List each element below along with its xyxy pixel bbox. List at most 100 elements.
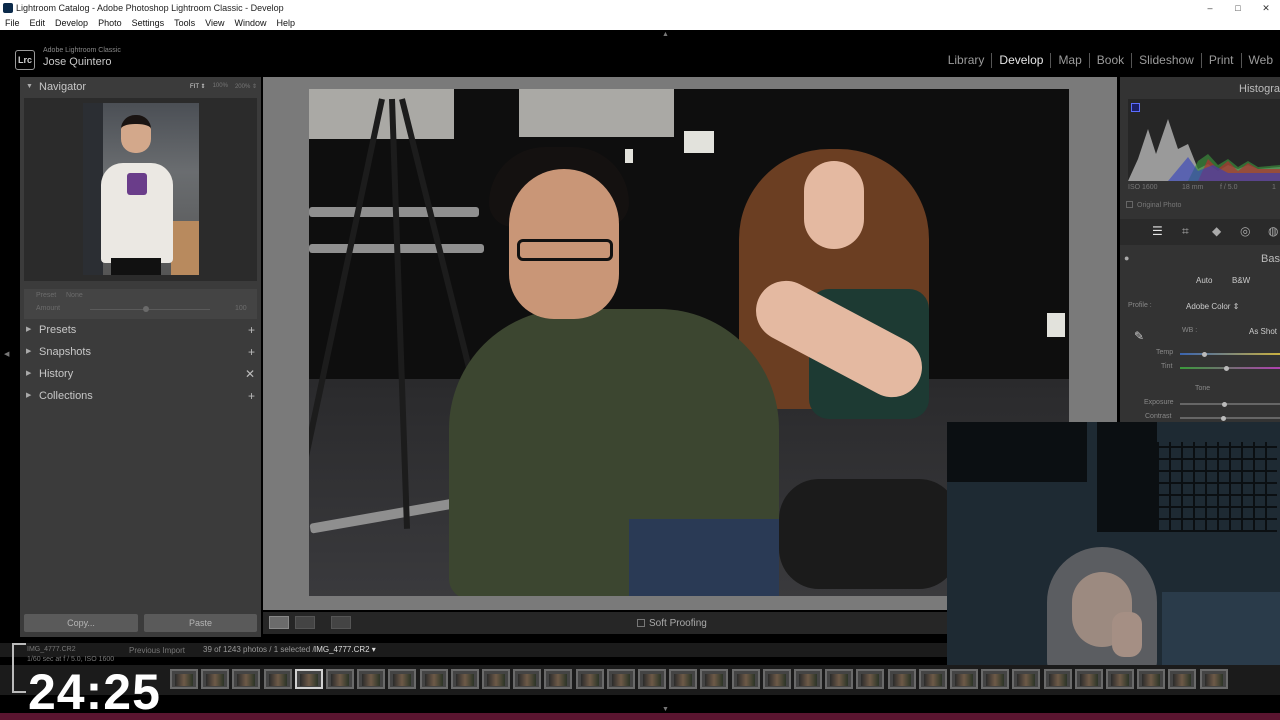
module-library[interactable]: Library xyxy=(941,53,993,68)
contrast-slider-knob[interactable] xyxy=(1221,416,1226,421)
exposure-slider-knob[interactable] xyxy=(1222,402,1227,407)
white-balance-picker-icon[interactable]: ✎ xyxy=(1134,329,1144,343)
edit-sliders-icon[interactable]: ☰ xyxy=(1152,224,1163,238)
auto-button[interactable]: Auto xyxy=(1196,276,1212,285)
filmstrip-thumbnail[interactable] xyxy=(482,669,510,689)
masking-icon[interactable]: ◍ xyxy=(1268,224,1278,238)
shadow-clipping-icon[interactable] xyxy=(1131,103,1140,112)
history-header[interactable]: ▶ History ✕ xyxy=(20,364,261,384)
menu-help[interactable]: Help xyxy=(272,16,301,30)
filmstrip-thumbnail[interactable] xyxy=(1106,669,1134,689)
zoom-100[interactable]: 100% xyxy=(213,83,228,90)
zoom-200[interactable]: 200% ⇕ xyxy=(235,83,257,90)
profile-select[interactable]: Adobe Color ⇕ xyxy=(1186,302,1239,311)
tint-slider-knob[interactable] xyxy=(1224,366,1229,371)
filmstrip-thumbnail[interactable] xyxy=(950,669,978,689)
filmstrip-thumbnail[interactable] xyxy=(919,669,947,689)
filmstrip-thumbnail[interactable] xyxy=(451,669,479,689)
filmstrip-thumbnail[interactable] xyxy=(763,669,791,689)
navigator-thumbnail[interactable] xyxy=(83,103,199,275)
filmstrip-thumbnail[interactable] xyxy=(1168,669,1196,689)
module-develop[interactable]: Develop xyxy=(992,53,1052,68)
filmstrip-thumbnail[interactable] xyxy=(201,669,229,689)
histogram[interactable] xyxy=(1128,99,1280,181)
presets-header[interactable]: ▶ Presets + xyxy=(20,320,261,340)
filmstrip-thumbnail[interactable] xyxy=(607,669,635,689)
filmstrip-thumbnail[interactable] xyxy=(264,669,292,689)
menu-develop[interactable]: Develop xyxy=(50,16,93,30)
menu-view[interactable]: View xyxy=(200,16,229,30)
filmstrip-thumbnail[interactable] xyxy=(825,669,853,689)
amount-slider-knob[interactable] xyxy=(143,306,149,312)
maximize-button[interactable]: □ xyxy=(1224,0,1252,16)
current-filename[interactable]: IMG_4777.CR2 ▾ xyxy=(314,645,376,654)
healing-icon[interactable]: ◆ xyxy=(1212,224,1221,238)
temp-slider-knob[interactable] xyxy=(1202,352,1207,357)
menu-window[interactable]: Window xyxy=(230,16,272,30)
amount-slider[interactable] xyxy=(90,309,210,310)
paste-button[interactable]: Paste xyxy=(144,614,257,632)
copy-button[interactable]: Copy... xyxy=(24,614,138,632)
preset-value[interactable]: None xyxy=(66,292,83,299)
original-photo-toggle[interactable]: Original Photo xyxy=(1126,201,1181,209)
filmstrip-thumbnail[interactable] xyxy=(170,669,198,689)
filmstrip-thumbnail[interactable] xyxy=(576,669,604,689)
filmstrip-thumbnail[interactable] xyxy=(232,669,260,689)
collapse-left-panel-icon[interactable]: ◀ xyxy=(4,350,9,358)
filmstrip-thumbnail[interactable] xyxy=(981,669,1009,689)
clear-history-icon[interactable]: ✕ xyxy=(245,364,255,384)
source-previous-import[interactable]: Previous Import xyxy=(129,646,185,655)
filmstrip-thumbnail[interactable] xyxy=(513,669,541,689)
filmstrip-thumbnail[interactable] xyxy=(388,669,416,689)
filmstrip-thumbnail[interactable] xyxy=(420,669,448,689)
filmstrip-thumbnail[interactable] xyxy=(638,669,666,689)
add-preset-icon[interactable]: + xyxy=(248,320,255,340)
crop-icon[interactable]: ⌗ xyxy=(1182,224,1189,239)
filmstrip-thumbnail[interactable] xyxy=(1137,669,1165,689)
before-after-button[interactable] xyxy=(295,616,315,629)
filmstrip-thumbnail[interactable] xyxy=(295,669,323,689)
close-button[interactable]: ✕ xyxy=(1252,0,1280,16)
red-eye-icon[interactable]: ◎ xyxy=(1240,224,1250,238)
eye-icon[interactable]: ● xyxy=(1124,253,1129,263)
snapshots-header[interactable]: ▶ Snapshots + xyxy=(20,342,261,362)
filmstrip-thumbnail[interactable] xyxy=(888,669,916,689)
menu-file[interactable]: File xyxy=(0,16,25,30)
filmstrip-thumbnail[interactable] xyxy=(357,669,385,689)
contrast-slider[interactable] xyxy=(1180,417,1280,419)
module-map[interactable]: Map xyxy=(1051,53,1090,68)
filmstrip-thumbnail[interactable] xyxy=(700,669,728,689)
menu-settings[interactable]: Settings xyxy=(127,16,170,30)
add-collection-icon[interactable]: + xyxy=(248,386,255,406)
filmstrip-thumbnail[interactable] xyxy=(732,669,760,689)
module-book[interactable]: Book xyxy=(1090,53,1133,68)
filmstrip-thumbnail[interactable] xyxy=(326,669,354,689)
filmstrip-thumbnail[interactable] xyxy=(856,669,884,689)
menu-photo[interactable]: Photo xyxy=(93,16,127,30)
bw-button[interactable]: B&W xyxy=(1232,276,1250,285)
collapse-top-panel-icon[interactable]: ▲ xyxy=(662,31,669,38)
add-snapshot-icon[interactable]: + xyxy=(248,342,255,362)
wb-select[interactable]: As Shot xyxy=(1249,327,1277,336)
menu-tools[interactable]: Tools xyxy=(169,16,200,30)
filmstrip-thumbnail[interactable] xyxy=(1200,669,1228,689)
filmstrip-thumbnail[interactable] xyxy=(669,669,697,689)
module-slideshow[interactable]: Slideshow xyxy=(1132,53,1202,68)
tint-slider[interactable] xyxy=(1180,367,1280,369)
filmstrip-thumbnail[interactable] xyxy=(794,669,822,689)
collections-header[interactable]: ▶ Collections + xyxy=(20,386,261,406)
filmstrip-thumbnail[interactable] xyxy=(1012,669,1040,689)
temp-slider[interactable] xyxy=(1180,353,1280,355)
exposure-slider[interactable] xyxy=(1180,403,1280,405)
filmstrip-thumbnail[interactable] xyxy=(1075,669,1103,689)
minimize-button[interactable]: – xyxy=(1196,0,1224,16)
compare-view-button[interactable] xyxy=(331,616,351,629)
loupe-view-button[interactable] xyxy=(269,616,289,629)
module-print[interactable]: Print xyxy=(1202,53,1242,68)
collapse-filmstrip-icon[interactable]: ▼ xyxy=(662,706,669,713)
zoom-fit[interactable]: FIT ⇕ xyxy=(190,83,206,90)
module-web[interactable]: Web xyxy=(1242,53,1280,68)
filmstrip-thumbnail[interactable] xyxy=(544,669,572,689)
menu-edit[interactable]: Edit xyxy=(25,16,51,30)
filmstrip-thumbnail[interactable] xyxy=(1044,669,1072,689)
